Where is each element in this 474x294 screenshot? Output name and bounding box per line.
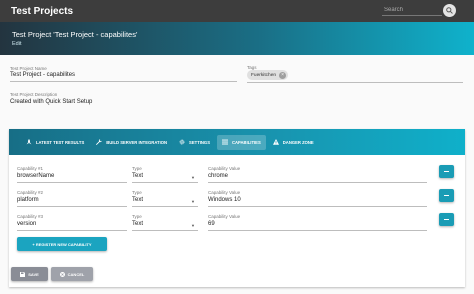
list-icon (222, 139, 228, 145)
save-label: SAVE (28, 271, 39, 277)
search-input[interactable] (382, 4, 442, 16)
chevron-down-icon[interactable]: ▼ (191, 199, 195, 204)
capability-value-field[interactable]: Windows 10 (208, 197, 241, 203)
capability-name-label: Capability #3 (17, 214, 44, 219)
save-button[interactable]: SAVE (11, 267, 48, 281)
capability-name-field[interactable]: browserName (17, 173, 54, 179)
capability-name-label: Capability #1 (17, 166, 44, 171)
tab-label: LATEST TEST RESULTS (36, 139, 85, 145)
tab-danger-zone[interactable]: DANGER ZONE (268, 135, 319, 150)
capability-type-label: Type (132, 166, 142, 171)
chevron-down-icon[interactable]: ▼ (191, 175, 195, 180)
capability-type-select[interactable]: Text (132, 221, 143, 227)
tab-latest-test-results[interactable]: LATEST TEST RESULTS (21, 135, 89, 150)
capability-value-label: Capability Value (208, 166, 241, 171)
tags-underline (247, 82, 463, 83)
search-button[interactable] (443, 4, 456, 17)
cancel-label: CANCEL (67, 271, 85, 277)
capability-type-select[interactable]: Text (132, 197, 143, 203)
warning-icon (272, 139, 279, 145)
tag-chip: Fuerkitchen × (247, 70, 289, 80)
capability-value-field[interactable]: chrome (208, 173, 228, 179)
capability-name-field[interactable]: version (17, 221, 36, 227)
capability-row: Capability #3 version Type Text ▼ Capabi… (9, 213, 465, 236)
app-bar: Test Projects (0, 0, 474, 22)
capability-type-select[interactable]: Text (132, 173, 143, 179)
project-description-label: Test Project Description (10, 92, 58, 97)
remove-capability-button[interactable] (439, 165, 454, 178)
register-capability-button[interactable]: + REGISTER NEW CAPABILITY (17, 237, 107, 251)
app-title: Test Projects (11, 5, 74, 17)
project-tabs-card: LATEST TEST RESULTS BUILD SERVER INTEGRA… (9, 129, 465, 287)
project-description-field[interactable]: Created with Quick Start Setup (10, 99, 92, 105)
project-name-field[interactable]: Test Project - capabilites (10, 72, 75, 78)
capability-value-underline (208, 182, 427, 183)
cancel-button[interactable]: CANCEL (51, 267, 93, 281)
tab-settings[interactable]: SETTINGS (174, 135, 215, 150)
tab-label: BUILD SERVER INTEGRATION (106, 139, 168, 145)
tabs-bar: LATEST TEST RESULTS BUILD SERVER INTEGRA… (9, 129, 465, 155)
capability-value-label: Capability Value (208, 214, 241, 219)
gear-icon (179, 139, 185, 145)
tab-label: CAPABILITIES (232, 139, 261, 145)
project-name-underline (10, 81, 237, 82)
tab-label: DANGER ZONE (282, 139, 314, 145)
capability-value-underline (208, 230, 427, 231)
capability-name-underline (17, 230, 127, 231)
capability-name-underline (17, 182, 127, 183)
project-name-label: Test Project Name (10, 66, 47, 71)
rocket-icon (26, 139, 32, 145)
minus-icon (444, 195, 449, 196)
capability-value-field[interactable]: 69 (208, 221, 215, 227)
capability-name-underline (17, 206, 127, 207)
minus-icon (444, 171, 449, 172)
tag-chip-label: Fuerkitchen (251, 72, 277, 78)
project-heading: Test Project 'Test Project - capabilites… (12, 30, 138, 39)
wrench-icon (96, 139, 103, 145)
search-icon (446, 7, 453, 14)
capability-type-underline (132, 206, 198, 207)
tab-label: SETTINGS (189, 139, 210, 145)
save-icon (20, 271, 26, 277)
capability-value-underline (208, 206, 427, 207)
remove-capability-button[interactable] (439, 213, 454, 226)
cancel-icon (59, 271, 65, 277)
capability-type-underline (132, 182, 198, 183)
capability-type-underline (132, 230, 198, 231)
capability-name-field[interactable]: platform (17, 197, 39, 203)
remove-tag-icon[interactable]: × (279, 71, 287, 79)
chevron-down-icon[interactable]: ▼ (191, 223, 195, 228)
capability-value-label: Capability Value (208, 190, 241, 195)
capability-name-label: Capability #2 (17, 190, 44, 195)
tab-capabilities[interactable]: CAPABILITIES (217, 134, 266, 150)
capability-row: Capability #2 platform Type Text ▼ Capab… (9, 189, 465, 212)
capability-type-label: Type (132, 214, 142, 219)
edit-link[interactable]: Edit (12, 41, 21, 47)
capability-row: Capability #1 browserName Type Text ▼ Ca… (9, 165, 465, 188)
project-header: Test Project 'Test Project - capabilites… (0, 22, 474, 55)
remove-capability-button[interactable] (439, 189, 454, 202)
minus-icon (444, 219, 449, 220)
capability-type-label: Type (132, 190, 142, 195)
tab-build-server-integration[interactable]: BUILD SERVER INTEGRATION (91, 135, 172, 150)
